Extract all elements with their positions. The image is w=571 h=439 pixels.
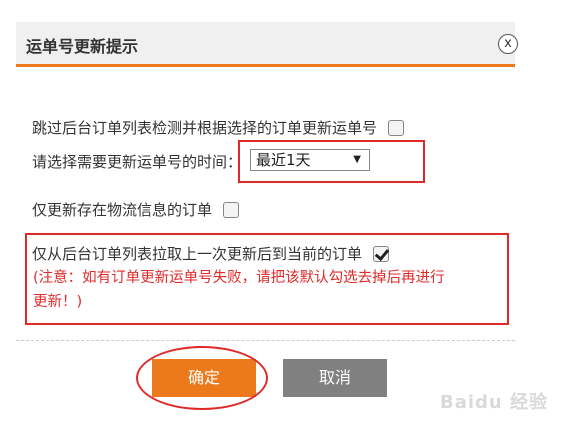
header-accent-line bbox=[16, 64, 515, 67]
skip-check-label: 跳过后台订单列表检测并根据选择的订单更新运单号 bbox=[32, 119, 378, 137]
logistics-label: 仅更新存在物流信息的订单 bbox=[32, 201, 213, 219]
divider bbox=[16, 340, 515, 341]
time-option: 请选择需要更新运单号的时间： bbox=[32, 151, 242, 172]
skip-check-option: 跳过后台订单列表检测并根据选择的订单更新运单号 bbox=[32, 117, 404, 138]
highlight-box-note bbox=[25, 233, 509, 325]
watermark-logo: Baidu 经验 bbox=[440, 392, 549, 413]
highlight-ellipse-confirm bbox=[136, 346, 268, 410]
close-button[interactable]: x bbox=[498, 34, 518, 54]
time-label: 请选择需要更新运单号的时间： bbox=[32, 153, 243, 171]
cancel-button[interactable]: 取消 bbox=[283, 359, 387, 397]
highlight-box-time bbox=[238, 140, 425, 183]
dialog-header: 运单号更新提示 x bbox=[16, 22, 518, 64]
close-icon: x bbox=[504, 36, 512, 51]
logistics-option: 仅更新存在物流信息的订单 bbox=[32, 199, 239, 220]
dialog-title: 运单号更新提示 bbox=[26, 37, 139, 56]
skip-check-checkbox[interactable] bbox=[387, 120, 404, 136]
logistics-checkbox[interactable] bbox=[222, 202, 239, 218]
